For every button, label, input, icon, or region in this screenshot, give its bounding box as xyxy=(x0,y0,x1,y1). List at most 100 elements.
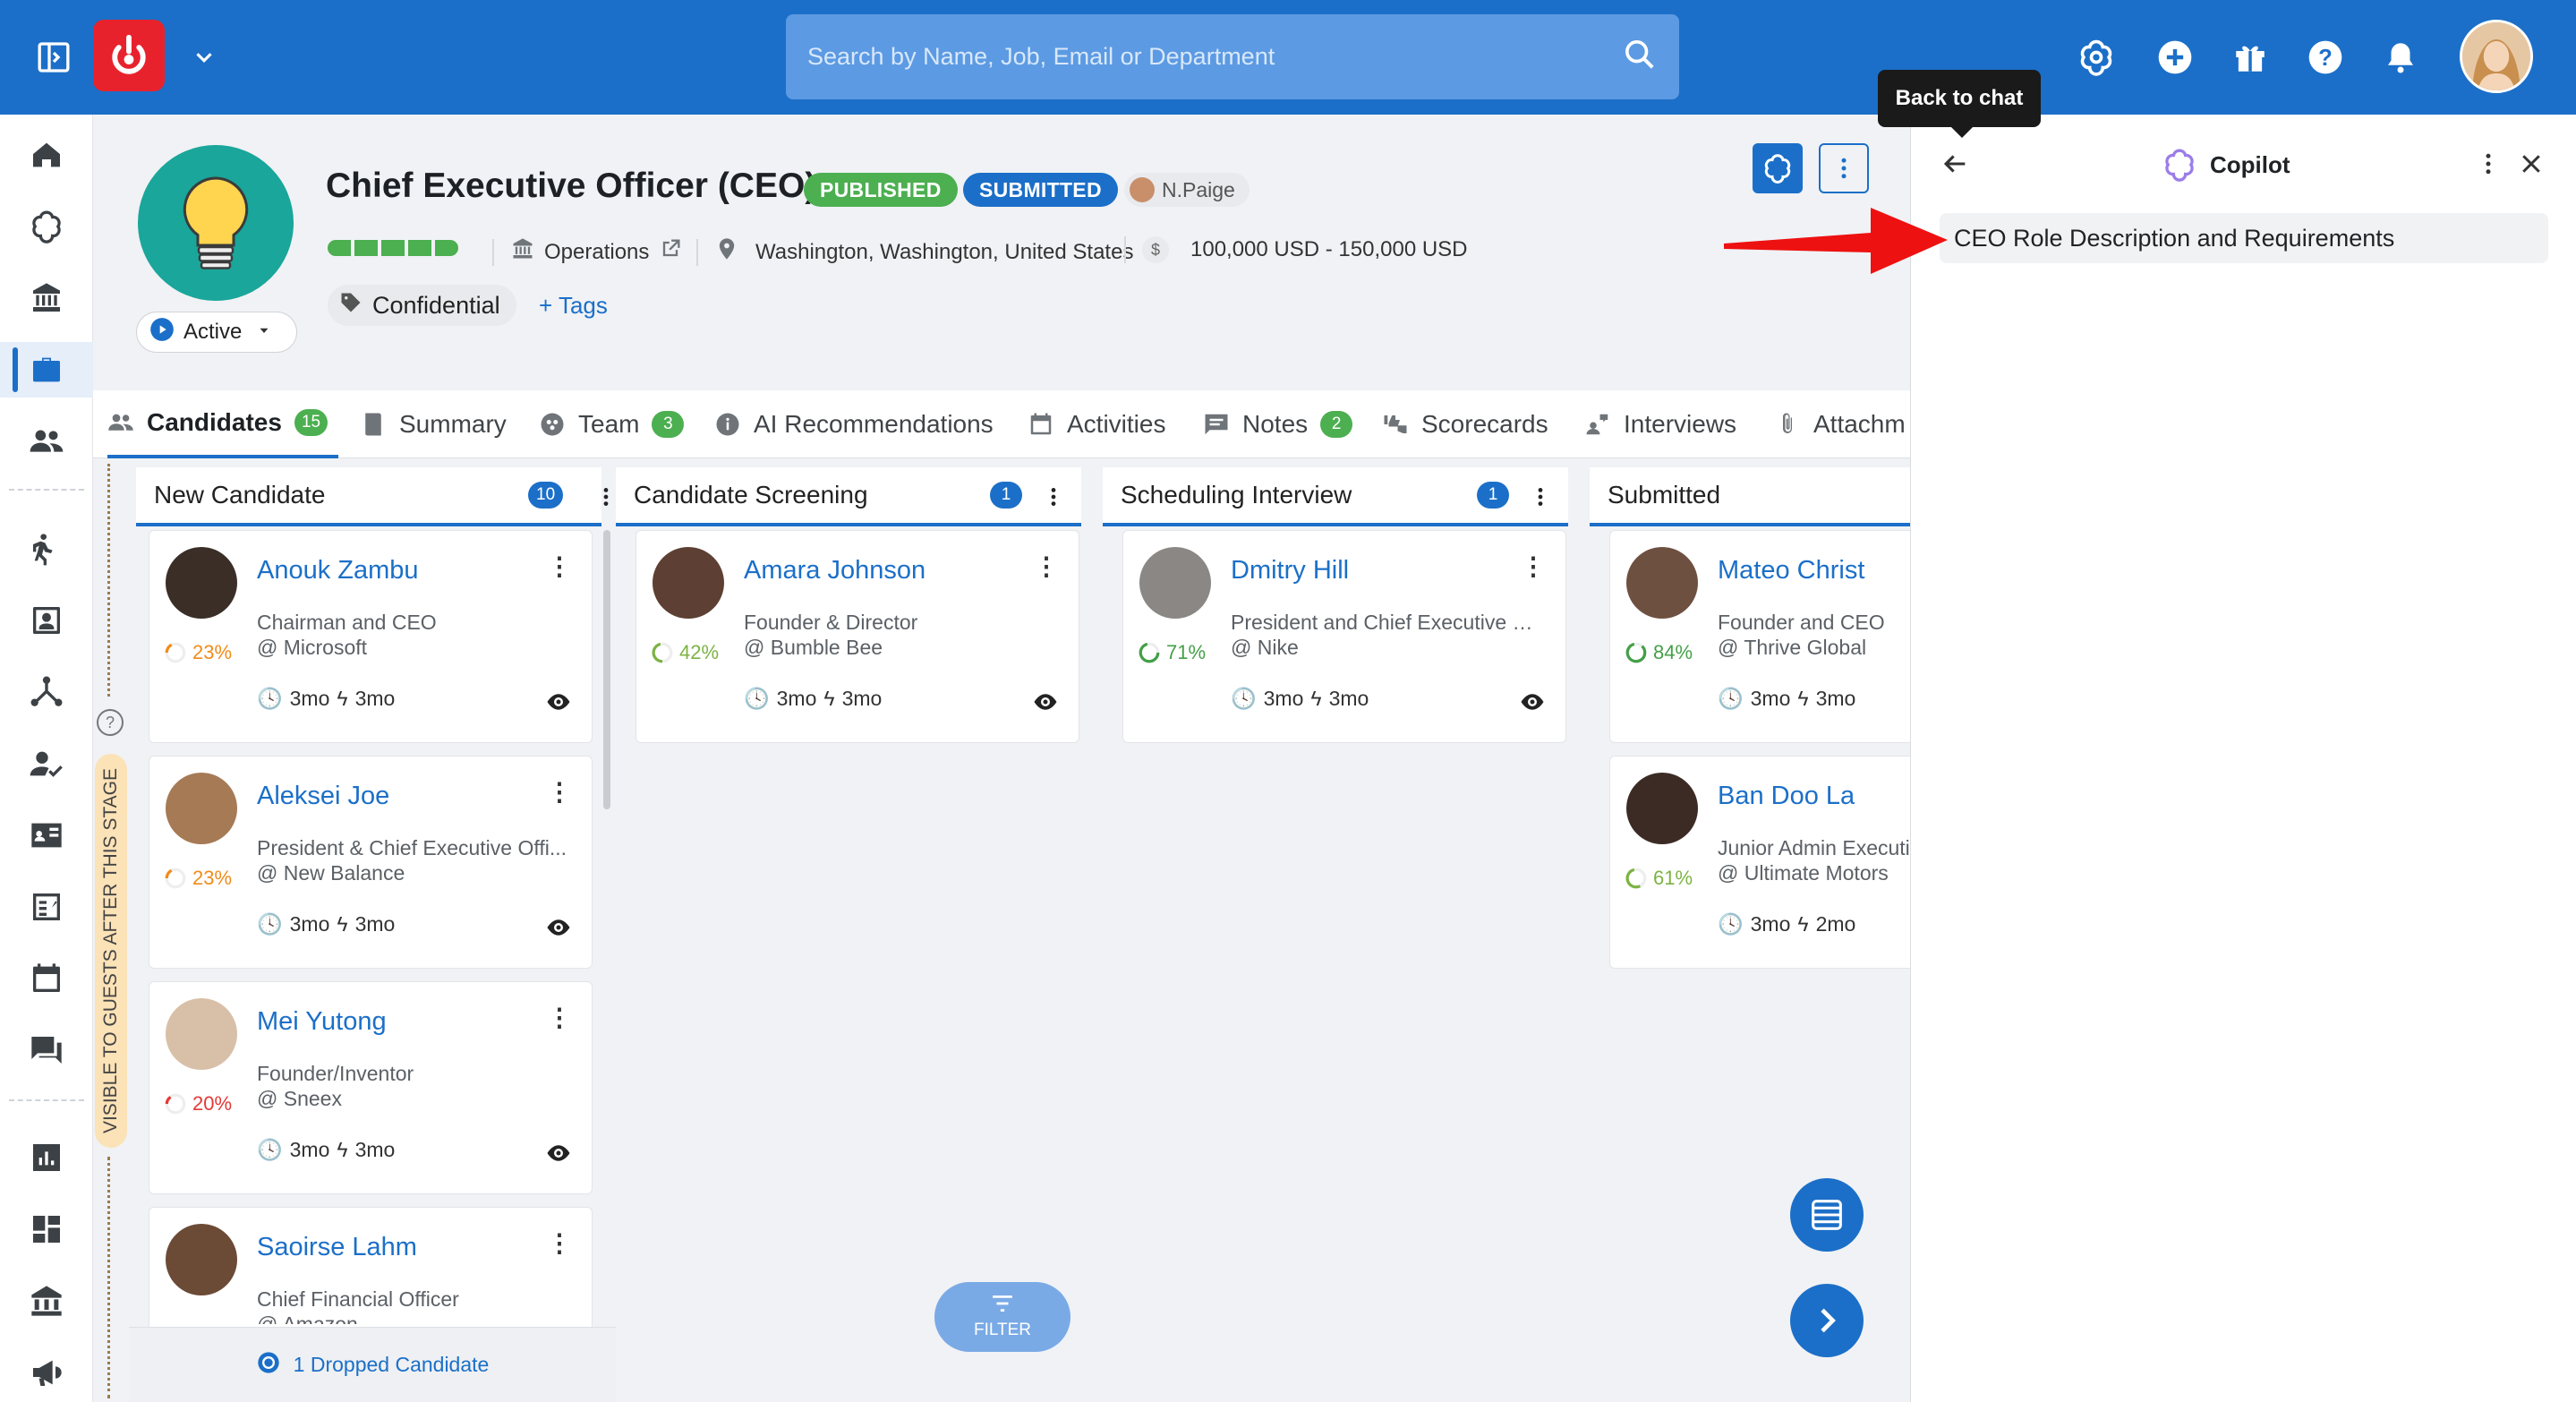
guest-visibility-strip: ? VISIBLE TO GUESTS AFTER THIS STAGE xyxy=(93,458,129,1402)
eye-icon[interactable] xyxy=(545,914,572,945)
gift-icon[interactable] xyxy=(2229,36,2272,79)
bank-icon[interactable] xyxy=(0,270,93,326)
candidate-card[interactable]: Amara Johnson ⋮ Founder & Director @ Bum… xyxy=(635,530,1079,743)
confidential-tag[interactable]: Confidential xyxy=(328,285,516,326)
bell-icon[interactable] xyxy=(2379,36,2422,79)
status-label: Active xyxy=(183,320,243,344)
tab-scorecards[interactable]: Scorecards xyxy=(1382,390,1548,458)
tab-candidates[interactable]: Candidates 15 xyxy=(107,390,339,458)
owner-chip[interactable]: N.Paige xyxy=(1124,173,1250,207)
book-icon xyxy=(365,413,381,436)
chat-icon[interactable] xyxy=(0,1022,93,1078)
more-options-button[interactable] xyxy=(1819,143,1869,193)
id-card-icon[interactable] xyxy=(0,808,93,863)
column-menu-icon[interactable] xyxy=(594,483,618,517)
top-bar: ? xyxy=(0,0,2576,115)
dropped-candidates-bar[interactable]: 1 Dropped Candidate xyxy=(129,1327,616,1402)
close-icon[interactable] xyxy=(2518,150,2545,182)
candidate-card[interactable]: Mateo Christ Founder and CEO @ Thrive Gl… xyxy=(1609,530,1910,743)
back-arrow-icon[interactable] xyxy=(1940,149,1970,184)
eye-icon[interactable] xyxy=(1032,688,1059,720)
scroll-right-button[interactable] xyxy=(1790,1284,1864,1357)
bolt-icon: ϟ xyxy=(337,687,348,710)
copilot-toggle-button[interactable] xyxy=(1753,143,1803,193)
card-menu-icon[interactable]: ⋮ xyxy=(547,1231,572,1256)
tab-interviews[interactable]: Interviews xyxy=(1584,390,1736,458)
eye-icon[interactable] xyxy=(545,1140,572,1171)
candidate-name[interactable]: Ban Doo La xyxy=(1718,782,1855,811)
copilot-chat-item[interactable]: CEO Role Description and Requirements xyxy=(1940,213,2548,263)
briefcase-icon[interactable] xyxy=(0,342,93,398)
candidate-card[interactable]: Anouk Zambu ⋮ Chairman and CEO @ Microso… xyxy=(149,530,593,743)
copilot-icon[interactable] xyxy=(2075,36,2118,79)
candidate-card[interactable]: Aleksei Joe ⋮ President & Chief Executiv… xyxy=(149,756,593,969)
bar-chart-icon[interactable] xyxy=(0,1130,93,1185)
tab-attachments[interactable]: Attachm xyxy=(1774,390,1906,458)
calendar-icon[interactable] xyxy=(0,951,93,1006)
tab-ai-recommendations[interactable]: AI Recommendations xyxy=(714,390,994,458)
dashboard-icon[interactable] xyxy=(0,1201,93,1257)
candidate-name[interactable]: Mateo Christ xyxy=(1718,556,1864,586)
card-menu-icon[interactable]: ⋮ xyxy=(547,1005,572,1030)
user-check-icon[interactable] xyxy=(0,736,93,791)
candidate-photo xyxy=(166,1224,237,1295)
search-bar[interactable] xyxy=(786,14,1679,99)
add-tags-link[interactable]: + Tags xyxy=(539,292,608,320)
checklist-icon[interactable] xyxy=(0,879,93,935)
candidate-card[interactable]: Mei Yutong ⋮ Founder/Inventor @ Sneex 20… xyxy=(149,981,593,1194)
tab-label: AI Recommendations xyxy=(754,410,994,438)
home-icon[interactable] xyxy=(0,127,93,183)
copilot-panel: Copilot CEO Role Description and Require… xyxy=(1910,115,2576,1402)
card-menu-icon[interactable]: ⋮ xyxy=(547,780,572,805)
status-dropdown[interactable]: Active xyxy=(136,312,297,353)
tab-summary[interactable]: Summary xyxy=(360,390,507,458)
card-timestamps: 🕓 3mo ϟ 3mo xyxy=(257,687,396,710)
external-link-icon[interactable] xyxy=(658,236,683,268)
interview-icon xyxy=(1586,414,1608,435)
tab-notes[interactable]: Notes 2 xyxy=(1203,390,1353,458)
job-title: Chief Executive Officer (CEO) xyxy=(326,167,817,205)
help-icon[interactable]: ? xyxy=(97,709,124,736)
search-input[interactable] xyxy=(807,43,1622,71)
column-menu-icon[interactable] xyxy=(1042,483,1065,517)
megaphone-icon[interactable] xyxy=(0,1345,93,1400)
candidate-name[interactable]: Anouk Zambu xyxy=(257,556,419,586)
help-icon[interactable]: ? xyxy=(2304,36,2347,79)
pipeline-run-icon[interactable] xyxy=(0,521,93,577)
tab-count: 15 xyxy=(294,409,328,436)
candidate-name[interactable]: Mei Yutong xyxy=(257,1007,387,1037)
card-menu-icon[interactable]: ⋮ xyxy=(1521,554,1546,579)
app-logo[interactable] xyxy=(93,20,165,91)
people-icon[interactable] xyxy=(0,414,93,469)
candidate-card[interactable]: Dmitry Hill ⋮ President and Chief Execut… xyxy=(1122,530,1566,743)
filter-button[interactable]: FILTER xyxy=(934,1282,1070,1352)
user-avatar[interactable] xyxy=(2460,20,2533,93)
sidebar-toggle-icon[interactable] xyxy=(32,36,75,79)
candidate-name[interactable]: Aleksei Joe xyxy=(257,782,389,811)
search-icon[interactable] xyxy=(1622,37,1658,77)
card-menu-icon[interactable]: ⋮ xyxy=(547,554,572,579)
eye-icon[interactable] xyxy=(545,688,572,720)
left-nav xyxy=(0,115,93,1402)
list-view-button[interactable] xyxy=(1790,1178,1864,1252)
tab-label: Summary xyxy=(399,410,507,438)
add-circle-icon[interactable] xyxy=(2154,36,2196,79)
tab-activities[interactable]: Activities xyxy=(1028,390,1165,458)
candidate-card[interactable]: Ban Doo La Junior Admin Executive @ Ulti… xyxy=(1609,756,1910,969)
list-icon xyxy=(1812,1200,1842,1230)
tab-team[interactable]: Team 3 xyxy=(539,390,685,458)
eye-icon[interactable] xyxy=(1519,688,1546,720)
chevron-down-icon[interactable] xyxy=(186,39,222,75)
institution-icon[interactable] xyxy=(0,1273,93,1329)
candidate-name[interactable]: Amara Johnson xyxy=(744,556,925,586)
contact-card-icon[interactable] xyxy=(0,593,93,648)
candidate-name[interactable]: Dmitry Hill xyxy=(1231,556,1349,586)
copilot-nav-icon[interactable] xyxy=(0,199,93,254)
score-ring-icon xyxy=(1139,642,1160,663)
candidate-name[interactable]: Saoirse Lahm xyxy=(257,1233,417,1262)
org-tree-icon[interactable] xyxy=(0,664,93,720)
column-menu-icon[interactable] xyxy=(1529,483,1552,517)
card-menu-icon[interactable]: ⋮ xyxy=(1034,554,1059,579)
copilot-menu-icon[interactable] xyxy=(2475,150,2502,182)
column-scrollbar[interactable] xyxy=(603,530,610,809)
